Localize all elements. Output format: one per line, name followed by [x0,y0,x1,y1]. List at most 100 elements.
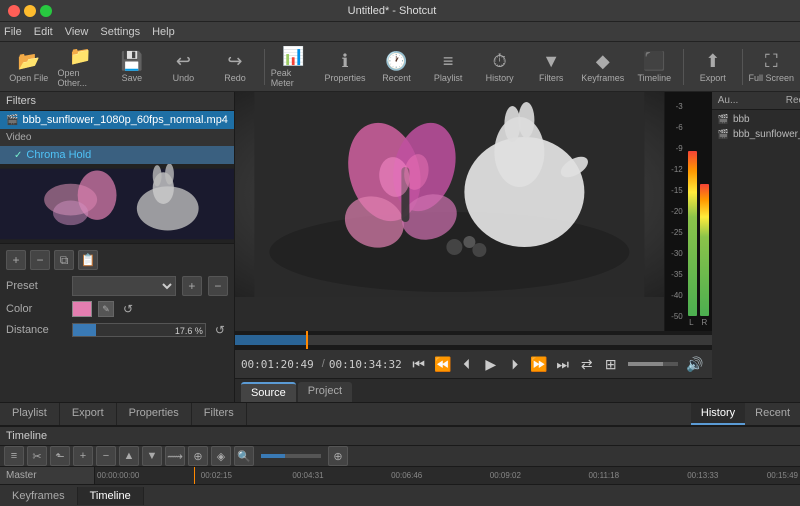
undo-label: Undo [173,73,195,83]
undo-button[interactable]: ↩ Undo [159,44,209,90]
timeline-toolbar-button[interactable]: ⬛ Timeline [630,44,680,90]
tl-lift-btn[interactable]: ⬑ [50,446,70,466]
play-button[interactable]: ▶ [480,353,502,375]
menu-file[interactable]: File [4,26,22,38]
total-timecode: 00:10:34:32 [329,358,402,371]
filters-panel: Filters 🎬 bbb_sunflower_1080p_60fps_norm… [0,92,235,402]
filters-bottom-tab[interactable]: Filters [192,403,247,425]
track-labels: Master V1 🔊 👁 🔒 [0,467,95,484]
tl-scrub-btn[interactable]: ◈ [211,446,231,466]
color-refresh-button[interactable]: ↺ [120,301,136,317]
recent-label: Recent [382,73,411,83]
toolbar: 📂 Open File 📁 Open Other... 💾 Save ↩ Und… [0,42,800,92]
scrubber-bar[interactable] [235,331,712,349]
mute-button[interactable]: 🔊 [684,353,706,375]
properties-button[interactable]: ℹ Properties [320,44,370,90]
video-preview [235,92,664,297]
tl-up-btn[interactable]: ▲ [119,446,139,466]
tl-zoom-out-btn[interactable]: 🔍 [234,446,254,466]
goto-start-button[interactable]: ⏮ [408,353,430,375]
loop-button[interactable]: ⇄ [576,353,598,375]
add-filter-button[interactable]: + [6,250,26,270]
playlist-tab[interactable]: Playlist [0,403,60,425]
source-tab[interactable]: Source [241,382,296,402]
redo-label: Redo [224,73,246,83]
tl-razor-btn[interactable]: ✂ [27,446,47,466]
menu-settings[interactable]: Settings [100,26,140,38]
export-button[interactable]: ⬆ Export [688,44,738,90]
peak-meter-button[interactable]: 📊 Peak Meter [269,44,319,90]
remove-preset-button[interactable]: − [208,276,228,296]
play-prev-button[interactable]: ⏴ [456,353,478,375]
tl-zoom-fill [261,454,285,458]
save-button[interactable]: 💾 Save [107,44,157,90]
tc-5: 00:11:18 [589,471,620,480]
timeline-toolbar-label: Timeline [637,73,671,83]
add-preset-button[interactable]: + [182,276,202,296]
paste-filter-button[interactable]: 📋 [78,250,98,270]
title-bar: Untitled* - Shotcut [0,0,800,22]
menu-view[interactable]: View [65,26,89,38]
redo-button[interactable]: ↪ Redo [210,44,260,90]
grid-button[interactable]: ⊞ [600,353,622,375]
tl-zoom-in-btn[interactable]: ⊕ [328,446,348,466]
filters-header: Filters [0,92,234,111]
recent-item-1[interactable]: 🎬 bbb [714,112,800,127]
maximize-button[interactable] [40,5,52,17]
recent-item-icon-1: 🎬 [718,114,729,125]
undo-icon: ↩ [176,51,191,72]
keyframes-button[interactable]: ◆ Keyframes [578,44,628,90]
project-tab[interactable]: Project [298,382,352,402]
color-picker-icon[interactable]: ✎ [98,301,114,317]
tl-menu-btn[interactable]: ≡ [4,446,24,466]
tl-add-btn[interactable]: + [73,446,93,466]
recent-tab[interactable]: Recent [745,403,800,425]
minimize-button[interactable] [24,5,36,17]
filter-preview-svg [0,164,234,244]
export-tab[interactable]: Export [60,403,117,425]
vu-label-8: -35 [667,270,683,279]
tl-remove-btn[interactable]: − [96,446,116,466]
distance-refresh-button[interactable]: ↺ [212,322,228,338]
copy-filter-button[interactable]: ⧉ [54,250,74,270]
volume-slider[interactable] [628,362,678,366]
open-file-button[interactable]: 📂 Open File [4,44,54,90]
playlist-button[interactable]: ≡ Playlist [423,44,473,90]
full-screen-button[interactable]: ⛶ Full Screen [747,44,797,90]
toolbar-separator-1 [264,49,265,85]
remove-filter-button[interactable]: − [30,250,50,270]
properties-tab[interactable]: Properties [117,403,192,425]
goto-end-button[interactable]: ⏭ [552,353,574,375]
history-toolbar-button[interactable]: ⏱ History [475,44,525,90]
tl-down-btn[interactable]: ▼ [142,446,162,466]
tl-ripple-btn[interactable]: ⟿ [165,446,185,466]
main-row: Filters 🎬 bbb_sunflower_1080p_60fps_norm… [0,92,800,402]
menu-edit[interactable]: Edit [34,26,53,38]
export-label: Export [700,73,726,83]
distance-bar[interactable]: 17.6 % [72,323,206,337]
distance-value: 17.6 % [175,324,203,338]
history-tab[interactable]: History [691,403,745,425]
tl-zoom-slider[interactable] [261,454,321,458]
skip-back-button[interactable]: ⏪ [432,353,454,375]
preset-label: Preset [6,280,66,292]
skip-forward-button[interactable]: ⏩ [528,353,550,375]
chroma-hold-filter[interactable]: ✓ Chroma Hold [0,146,234,164]
menu-help[interactable]: Help [152,26,175,38]
open-other-button[interactable]: 📁 Open Other... [56,44,106,90]
color-swatch[interactable] [72,301,92,317]
preset-select[interactable] [72,276,176,296]
recent-item-2[interactable]: 🎬 bbb_sunflower_1... [714,127,800,142]
play-next-button[interactable]: ⏵ [504,353,526,375]
timeline-row: Timeline ≡ ✂ ⬑ + − ▲ ▼ ⟿ ⊕ ◈ 🔍 ⊕ [0,427,800,484]
recent-button[interactable]: 🕐 Recent [372,44,422,90]
filters-button[interactable]: ▼ Filters [526,44,576,90]
tc-1: 00:02:15 [201,471,232,480]
toolbar-separator-2 [683,49,684,85]
keyframes-bottom-tab[interactable]: Keyframes [0,487,78,505]
tl-snap-btn[interactable]: ⊕ [188,446,208,466]
keyframes-label: Keyframes [581,73,624,83]
close-button[interactable] [8,5,20,17]
master-label: Master [0,467,94,484]
timeline-bottom-tab[interactable]: Timeline [78,487,144,505]
